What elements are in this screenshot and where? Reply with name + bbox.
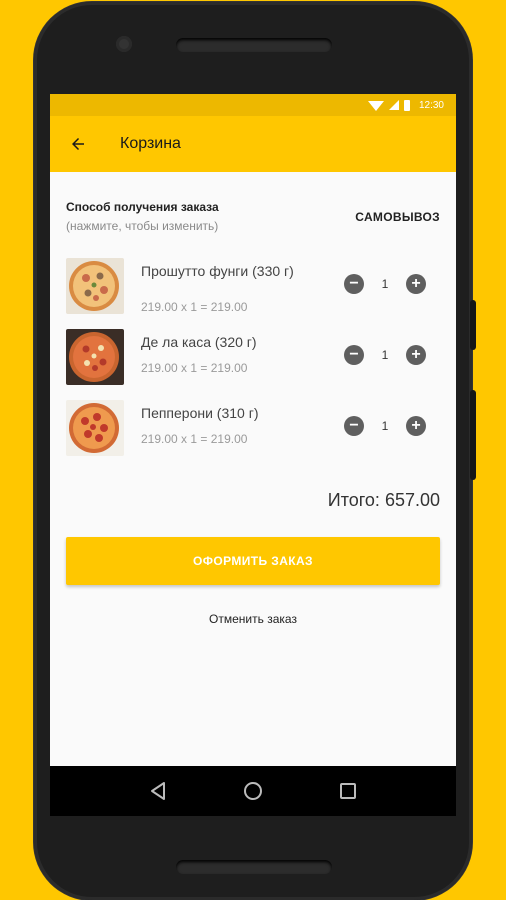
item-price: 219.00 x 1 = 219.00	[141, 300, 248, 314]
signal-icon	[388, 100, 399, 110]
quantity-value: 1	[381, 419, 389, 433]
front-camera	[116, 36, 132, 52]
cart-item: Прошутто фунги (330 г) 219.00 x 1 = 219.…	[66, 258, 440, 318]
item-name: Де ла каса (320 г)	[141, 334, 257, 350]
order-method-row[interactable]: Способ получения заказа (нажмите, чтобы …	[66, 200, 440, 233]
screen: 12:30 Корзина Способ получения заказа (н…	[50, 94, 456, 816]
minus-icon[interactable]: −	[344, 274, 364, 294]
order-total: Итого: 657.00	[327, 490, 440, 510]
status-time: 12:30	[418, 99, 444, 111]
volume-button	[470, 300, 476, 350]
quantity-value: 1	[381, 348, 389, 362]
nav-home-icon[interactable]	[233, 771, 273, 811]
order-method-value[interactable]: САМОВЫВОЗ	[355, 210, 440, 224]
bottom-speaker	[176, 860, 332, 874]
android-nav-bar	[50, 766, 456, 816]
pizza-image	[66, 400, 124, 456]
quantity-stepper: − 1 +	[344, 345, 426, 365]
back-arrow-icon[interactable]	[50, 116, 106, 172]
app-bar: Корзина	[50, 116, 456, 172]
quantity-stepper: − 1 +	[344, 416, 426, 436]
checkout-button[interactable]: ОФОРМИТЬ ЗАКАЗ	[66, 537, 440, 585]
item-price: 219.00 x 1 = 219.00	[141, 432, 248, 446]
item-price: 219.00 x 1 = 219.00	[141, 361, 248, 375]
wifi-icon	[367, 101, 384, 111]
plus-icon[interactable]: +	[406, 345, 426, 365]
minus-icon[interactable]: −	[344, 416, 364, 436]
power-button	[470, 390, 476, 480]
quantity-stepper: − 1 +	[344, 274, 426, 294]
item-name: Прошутто фунги (330 г)	[141, 263, 294, 279]
plus-icon[interactable]: +	[406, 416, 426, 436]
cart-item: Де ла каса (320 г) 219.00 x 1 = 219.00 −…	[66, 329, 440, 389]
minus-icon[interactable]: −	[344, 345, 364, 365]
cart-content: Способ получения заказа (нажмите, чтобы …	[50, 172, 456, 766]
cancel-order-link[interactable]: Отменить заказ	[50, 612, 456, 626]
plus-icon[interactable]: +	[406, 274, 426, 294]
battery-icon	[403, 99, 410, 111]
pizza-image	[66, 258, 124, 314]
nav-recents-icon[interactable]	[328, 771, 368, 811]
pizza-image	[66, 329, 124, 385]
quantity-value: 1	[381, 277, 389, 291]
earpiece-speaker	[176, 38, 332, 52]
cart-item: Пепперони (310 г) 219.00 x 1 = 219.00 − …	[66, 400, 440, 460]
item-name: Пепперони (310 г)	[141, 405, 259, 421]
nav-back-icon[interactable]	[138, 771, 178, 811]
page-title: Корзина	[120, 135, 181, 152]
status-bar: 12:30	[50, 94, 456, 116]
